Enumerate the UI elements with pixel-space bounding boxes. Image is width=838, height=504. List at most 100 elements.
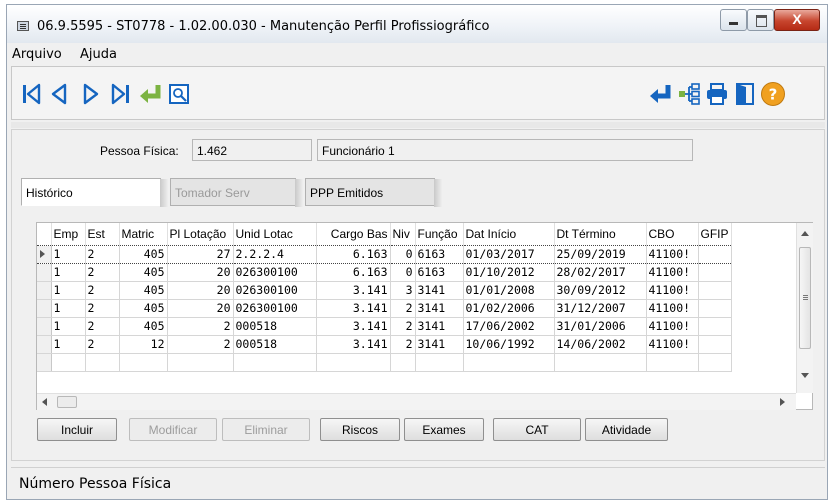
table-cell[interactable] (167, 353, 234, 372)
col-header-matric[interactable]: Matric (119, 223, 168, 245)
table-cell[interactable]: 27 (167, 244, 234, 264)
table-cell[interactable]: 20 (167, 281, 234, 300)
col-header-emp[interactable]: Emp (51, 223, 86, 245)
table-cell[interactable] (646, 353, 699, 372)
table-row[interactable]: 1 2 405 20 026300100 6.163 0 6163 01/10/2012 28/0… (37, 263, 732, 282)
table-cell[interactable]: 6163 (415, 244, 464, 264)
tab-tomador-serv[interactable]: Tomador Serv (170, 178, 303, 207)
table-cell[interactable]: 3.141 (316, 281, 391, 300)
table-cell[interactable] (85, 353, 120, 372)
table-cell[interactable]: 000518 (233, 335, 317, 354)
vertical-scrollbar[interactable] (796, 223, 813, 393)
table-cell[interactable] (698, 335, 732, 354)
col-header-dat-inicio[interactable]: Dat Início (463, 223, 555, 245)
row-selector[interactable] (37, 353, 52, 372)
table-cell[interactable]: 1 (51, 263, 86, 282)
table-cell[interactable]: 3.141 (316, 317, 391, 336)
last-record-icon[interactable] (108, 81, 134, 107)
window-menu-icon[interactable] (17, 21, 29, 31)
table-cell[interactable]: 41100! (646, 317, 699, 336)
table-cell[interactable]: 25/09/2019 (554, 244, 647, 264)
row-selector[interactable] (37, 281, 52, 300)
title-bar[interactable]: 06.9.5595 - ST0778 - 1.02.00.030 - Manut… (7, 5, 827, 43)
pessoa-fisica-field[interactable]: 1.462 (192, 139, 312, 161)
table-cell[interactable]: 6.163 (316, 244, 391, 264)
printer-icon[interactable] (704, 81, 730, 107)
col-header-niv[interactable]: Niv (390, 223, 416, 245)
enter-return-icon[interactable] (648, 81, 674, 107)
table-cell[interactable]: 2 (390, 335, 416, 354)
funcionario-field[interactable]: Funcionário 1 (317, 139, 693, 161)
close-button[interactable]: X (774, 9, 820, 31)
table-cell[interactable]: 000518 (233, 317, 317, 336)
table-cell[interactable]: 2 (85, 299, 120, 318)
enter-confirm-icon[interactable] (138, 81, 164, 107)
table-cell[interactable]: 3 (390, 281, 416, 300)
table-cell[interactable]: 2 (167, 335, 234, 354)
table-cell[interactable]: 41100! (646, 244, 699, 264)
table-cell[interactable] (119, 353, 168, 372)
table-cell[interactable]: 2 (85, 244, 120, 264)
col-header-pl-lotacao[interactable]: Pl Lotação (167, 223, 234, 245)
table-cell[interactable]: 3141 (415, 317, 464, 336)
table-cell[interactable] (698, 281, 732, 300)
col-header-dt-termino[interactable]: Dt Término (554, 223, 647, 245)
vertical-scroll-thumb[interactable] (799, 247, 811, 349)
table-row[interactable]: 1 2 12 2 000518 3.141 2 3141 10/06/1992 14/06/200… (37, 335, 732, 354)
table-cell[interactable]: 1 (51, 335, 86, 354)
table-cell[interactable]: 14/06/2002 (554, 335, 647, 354)
scroll-left-icon[interactable] (42, 398, 47, 406)
table-cell[interactable]: 2 (85, 335, 120, 354)
table-cell[interactable]: 31/01/2006 (554, 317, 647, 336)
table-cell[interactable]: 12 (119, 335, 168, 354)
eliminar-button[interactable]: Eliminar (222, 418, 310, 441)
row-selector[interactable] (37, 244, 52, 264)
table-row[interactable]: 1 2 405 2 000518 3.141 2 3141 17/06/2002 31/01/20… (37, 317, 732, 336)
incluir-button[interactable]: Incluir (37, 418, 117, 441)
minimize-button[interactable] (720, 9, 747, 31)
table-cell[interactable]: 01/03/2017 (463, 244, 555, 264)
table-cell[interactable]: 2 (85, 281, 120, 300)
col-header-est[interactable]: Est (85, 223, 120, 245)
table-cell[interactable]: 41100! (646, 281, 699, 300)
table-cell[interactable]: 026300100 (233, 263, 317, 282)
table-cell[interactable]: 01/10/2012 (463, 263, 555, 282)
table-cell[interactable]: 2 (85, 317, 120, 336)
table-row[interactable]: 1 2 405 27 2.2.2.4 6.163 0 6163 01/03/2017 25/09/… (37, 244, 732, 264)
scroll-right-icon[interactable] (780, 398, 785, 406)
table-cell[interactable] (554, 353, 647, 372)
col-header-unid-lotac[interactable]: Unid Lotac (233, 223, 317, 245)
table-cell[interactable]: 405 (119, 317, 168, 336)
table-cell[interactable] (698, 299, 732, 318)
col-header-funcao[interactable]: Função (415, 223, 464, 245)
riscos-button[interactable]: Riscos (320, 418, 400, 441)
row-selector[interactable] (37, 299, 52, 318)
table-row[interactable]: 1 2 405 20 026300100 3.141 3 3141 01/01/2008 30/0… (37, 281, 732, 300)
table-cell[interactable]: 0 (390, 244, 416, 264)
menu-ajuda[interactable]: Ajuda (80, 47, 117, 62)
next-record-icon[interactable] (78, 81, 104, 107)
atividade-button[interactable]: Atividade (585, 418, 668, 441)
first-record-icon[interactable] (18, 81, 44, 107)
table-cell[interactable] (51, 353, 86, 372)
table-cell[interactable] (698, 263, 732, 282)
table-cell[interactable]: 20 (167, 299, 234, 318)
table-cell[interactable]: 6.163 (316, 263, 391, 282)
table-cell[interactable]: 405 (119, 281, 168, 300)
tab-historico[interactable]: Histórico (21, 178, 168, 207)
table-cell[interactable] (390, 353, 416, 372)
menu-arquivo[interactable]: Arquivo (12, 47, 62, 62)
table-cell[interactable] (463, 353, 555, 372)
row-selector[interactable] (37, 317, 52, 336)
table-cell[interactable]: 31/12/2007 (554, 299, 647, 318)
exit-door-icon[interactable] (732, 81, 758, 107)
table-cell[interactable]: 30/09/2012 (554, 281, 647, 300)
scroll-up-icon[interactable] (801, 231, 809, 236)
modificar-button[interactable]: Modificar (129, 418, 217, 441)
help-icon[interactable]: ? (760, 81, 786, 107)
table-cell[interactable]: 3.141 (316, 299, 391, 318)
table-cell[interactable]: 3141 (415, 299, 464, 318)
table-cell[interactable]: 0 (390, 263, 416, 282)
col-header-gfip[interactable]: GFIP (698, 223, 732, 245)
table-cell[interactable]: 3141 (415, 335, 464, 354)
